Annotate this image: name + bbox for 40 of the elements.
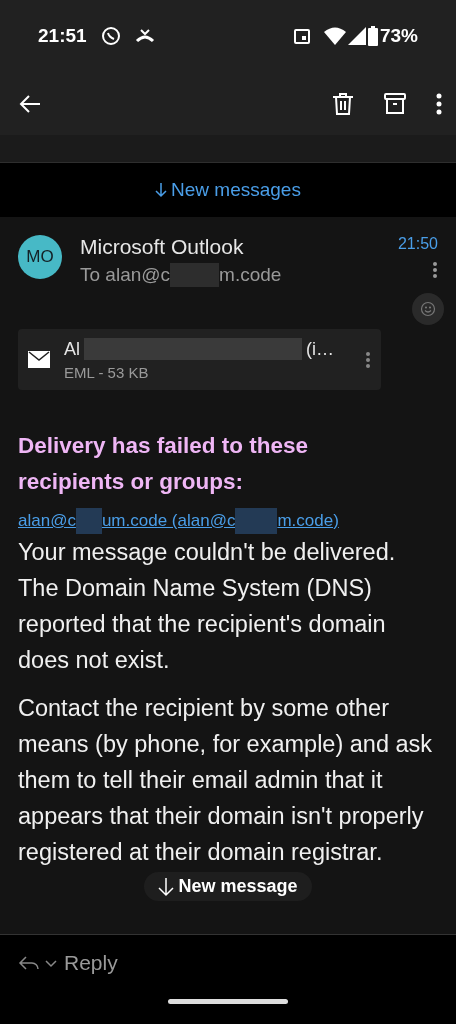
redaction-block: [235, 508, 278, 534]
attachment-menu-icon: [365, 350, 371, 369]
reply-caret-icon: [18, 954, 58, 972]
recipient-text: To alan@c: [80, 264, 171, 286]
wifi-icon: [323, 27, 346, 45]
attachment-name: Al: [64, 338, 80, 360]
smiley-icon: [420, 301, 436, 317]
down-arrow-icon: [158, 876, 175, 897]
message-time: 21:50: [397, 235, 438, 253]
battery-icon: [367, 26, 378, 46]
archive-button[interactable]: [384, 92, 406, 115]
sender-avatar: MO: [18, 235, 62, 279]
recipient-link[interactable]: m.code): [277, 511, 339, 531]
missed-call-icon: [134, 28, 155, 44]
recipient-link[interactable]: alan@c: [18, 511, 76, 531]
back-button[interactable]: [18, 93, 42, 114]
body-paragraph: Contact the recipient by some other means (by phone, for example) and ask them to tell their email admin that it appears that their domain isn't properly registered at their domain registrar.: [18, 694, 434, 867]
redaction-block: [75, 508, 102, 534]
reply-button[interactable]: Reply: [0, 935, 136, 991]
battery-percentage: 73%: [379, 25, 418, 47]
status-time: 21:51: [38, 25, 87, 47]
delete-button[interactable]: [332, 91, 354, 116]
new-messages-link[interactable]: New messages: [155, 179, 301, 201]
recipient-text: m.code: [219, 264, 282, 286]
signal-icon: [347, 27, 366, 45]
envelope-icon: [28, 351, 50, 368]
attachment-name: (i…: [306, 338, 334, 360]
new-message-button[interactable]: New message: [144, 872, 312, 901]
more-options-button[interactable]: [436, 92, 442, 115]
attachment-card[interactable]: Al (i… EML - 53 KB: [18, 329, 381, 390]
down-arrow-icon: [155, 182, 168, 198]
sender-name: Microsoft Outlook: [80, 235, 245, 259]
redaction-block: [170, 263, 220, 287]
attachment-size: EML - 53 KB: [64, 364, 150, 381]
body-paragraph: Your message couldn't be delivered. The Domain Name System (DNS) reported that the recipient's domain does not exist.: [18, 538, 397, 675]
reaction-button[interactable]: [412, 293, 444, 325]
failure-heading: Delivery has failed to these recipients or groups:: [18, 432, 310, 496]
calendar-icon: [293, 28, 310, 44]
recipient-link[interactable]: um.code (alan@c: [101, 511, 236, 531]
message-menu-button[interactable]: [432, 261, 438, 279]
